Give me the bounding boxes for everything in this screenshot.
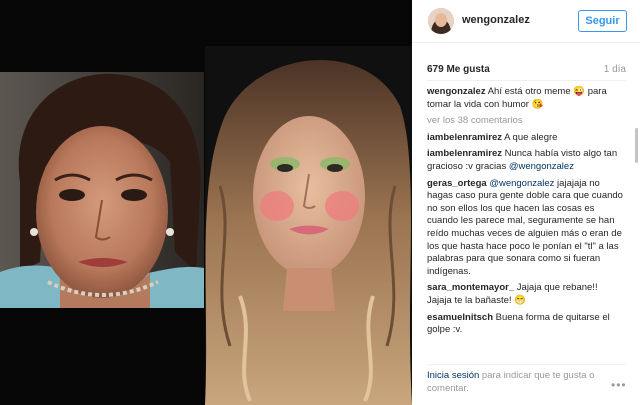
post-side-panel: wengonzalez Seguir 679 Me gusta 1 día we… bbox=[413, 0, 640, 405]
divider bbox=[427, 364, 626, 365]
login-link[interactable]: Inicia sesión bbox=[427, 370, 479, 381]
comment-username[interactable]: sara_montemayor_ bbox=[427, 282, 514, 293]
comment-item: sara_montemayor_ Jajaja que rebane!! Jaj… bbox=[427, 282, 623, 307]
comment-mention[interactable]: @wengonzalez bbox=[489, 178, 554, 189]
login-prompt: Inicia sesión para indicar que te gusta … bbox=[427, 370, 632, 395]
comment-username[interactable]: iambelenramirez bbox=[427, 148, 502, 159]
divider bbox=[427, 80, 626, 81]
comment-item: iambelenramirez A que alegre bbox=[427, 132, 623, 145]
comment-mention[interactable]: @wengonzalez bbox=[509, 161, 574, 172]
comment-username[interactable]: esamuelnitsch bbox=[427, 312, 493, 323]
comments-scrollbar[interactable] bbox=[635, 128, 638, 163]
avatar-image bbox=[428, 8, 454, 34]
comment-item: geras_ortega @wengonzalez jajajaja no ha… bbox=[427, 178, 623, 279]
right-meme-photo bbox=[205, 46, 412, 405]
comment-username[interactable]: iambelenramirez bbox=[427, 132, 502, 143]
comments-list[interactable]: wengonzalez Ahí está otro meme 😜 para to… bbox=[427, 86, 623, 360]
comment-item: esamuelnitsch Buena forma de quitarse el… bbox=[427, 312, 623, 337]
ellipsis-icon[interactable]: ••• bbox=[611, 378, 627, 392]
left-portrait-drawing bbox=[0, 72, 204, 308]
post-image[interactable] bbox=[0, 0, 412, 405]
post-timestamp[interactable]: 1 día bbox=[604, 64, 626, 75]
caption: wengonzalez Ahí está otro meme 😜 para to… bbox=[427, 86, 623, 111]
avatar[interactable] bbox=[428, 8, 454, 34]
comment-text: jajajaja no hagas caso pura gente doble … bbox=[427, 177, 623, 277]
comment-username[interactable]: wengonzalez bbox=[427, 86, 486, 97]
view-all-comments-link[interactable]: ver los 38 comentarios bbox=[427, 115, 623, 128]
comment-username[interactable]: geras_ortega bbox=[427, 178, 487, 189]
right-meme-drawing bbox=[205, 46, 412, 405]
comment-text: A que alegre bbox=[501, 131, 558, 143]
post-header: wengonzalez Seguir bbox=[413, 0, 640, 43]
comment-item: iambelenramirez Nunca había visto algo t… bbox=[427, 148, 623, 173]
username-link[interactable]: wengonzalez bbox=[462, 14, 530, 26]
likes-count[interactable]: 679 Me gusta bbox=[427, 64, 490, 75]
left-portrait-photo bbox=[0, 72, 204, 308]
instagram-post-view: wengonzalez Seguir 679 Me gusta 1 día we… bbox=[0, 0, 640, 405]
follow-button[interactable]: Seguir bbox=[578, 10, 627, 32]
